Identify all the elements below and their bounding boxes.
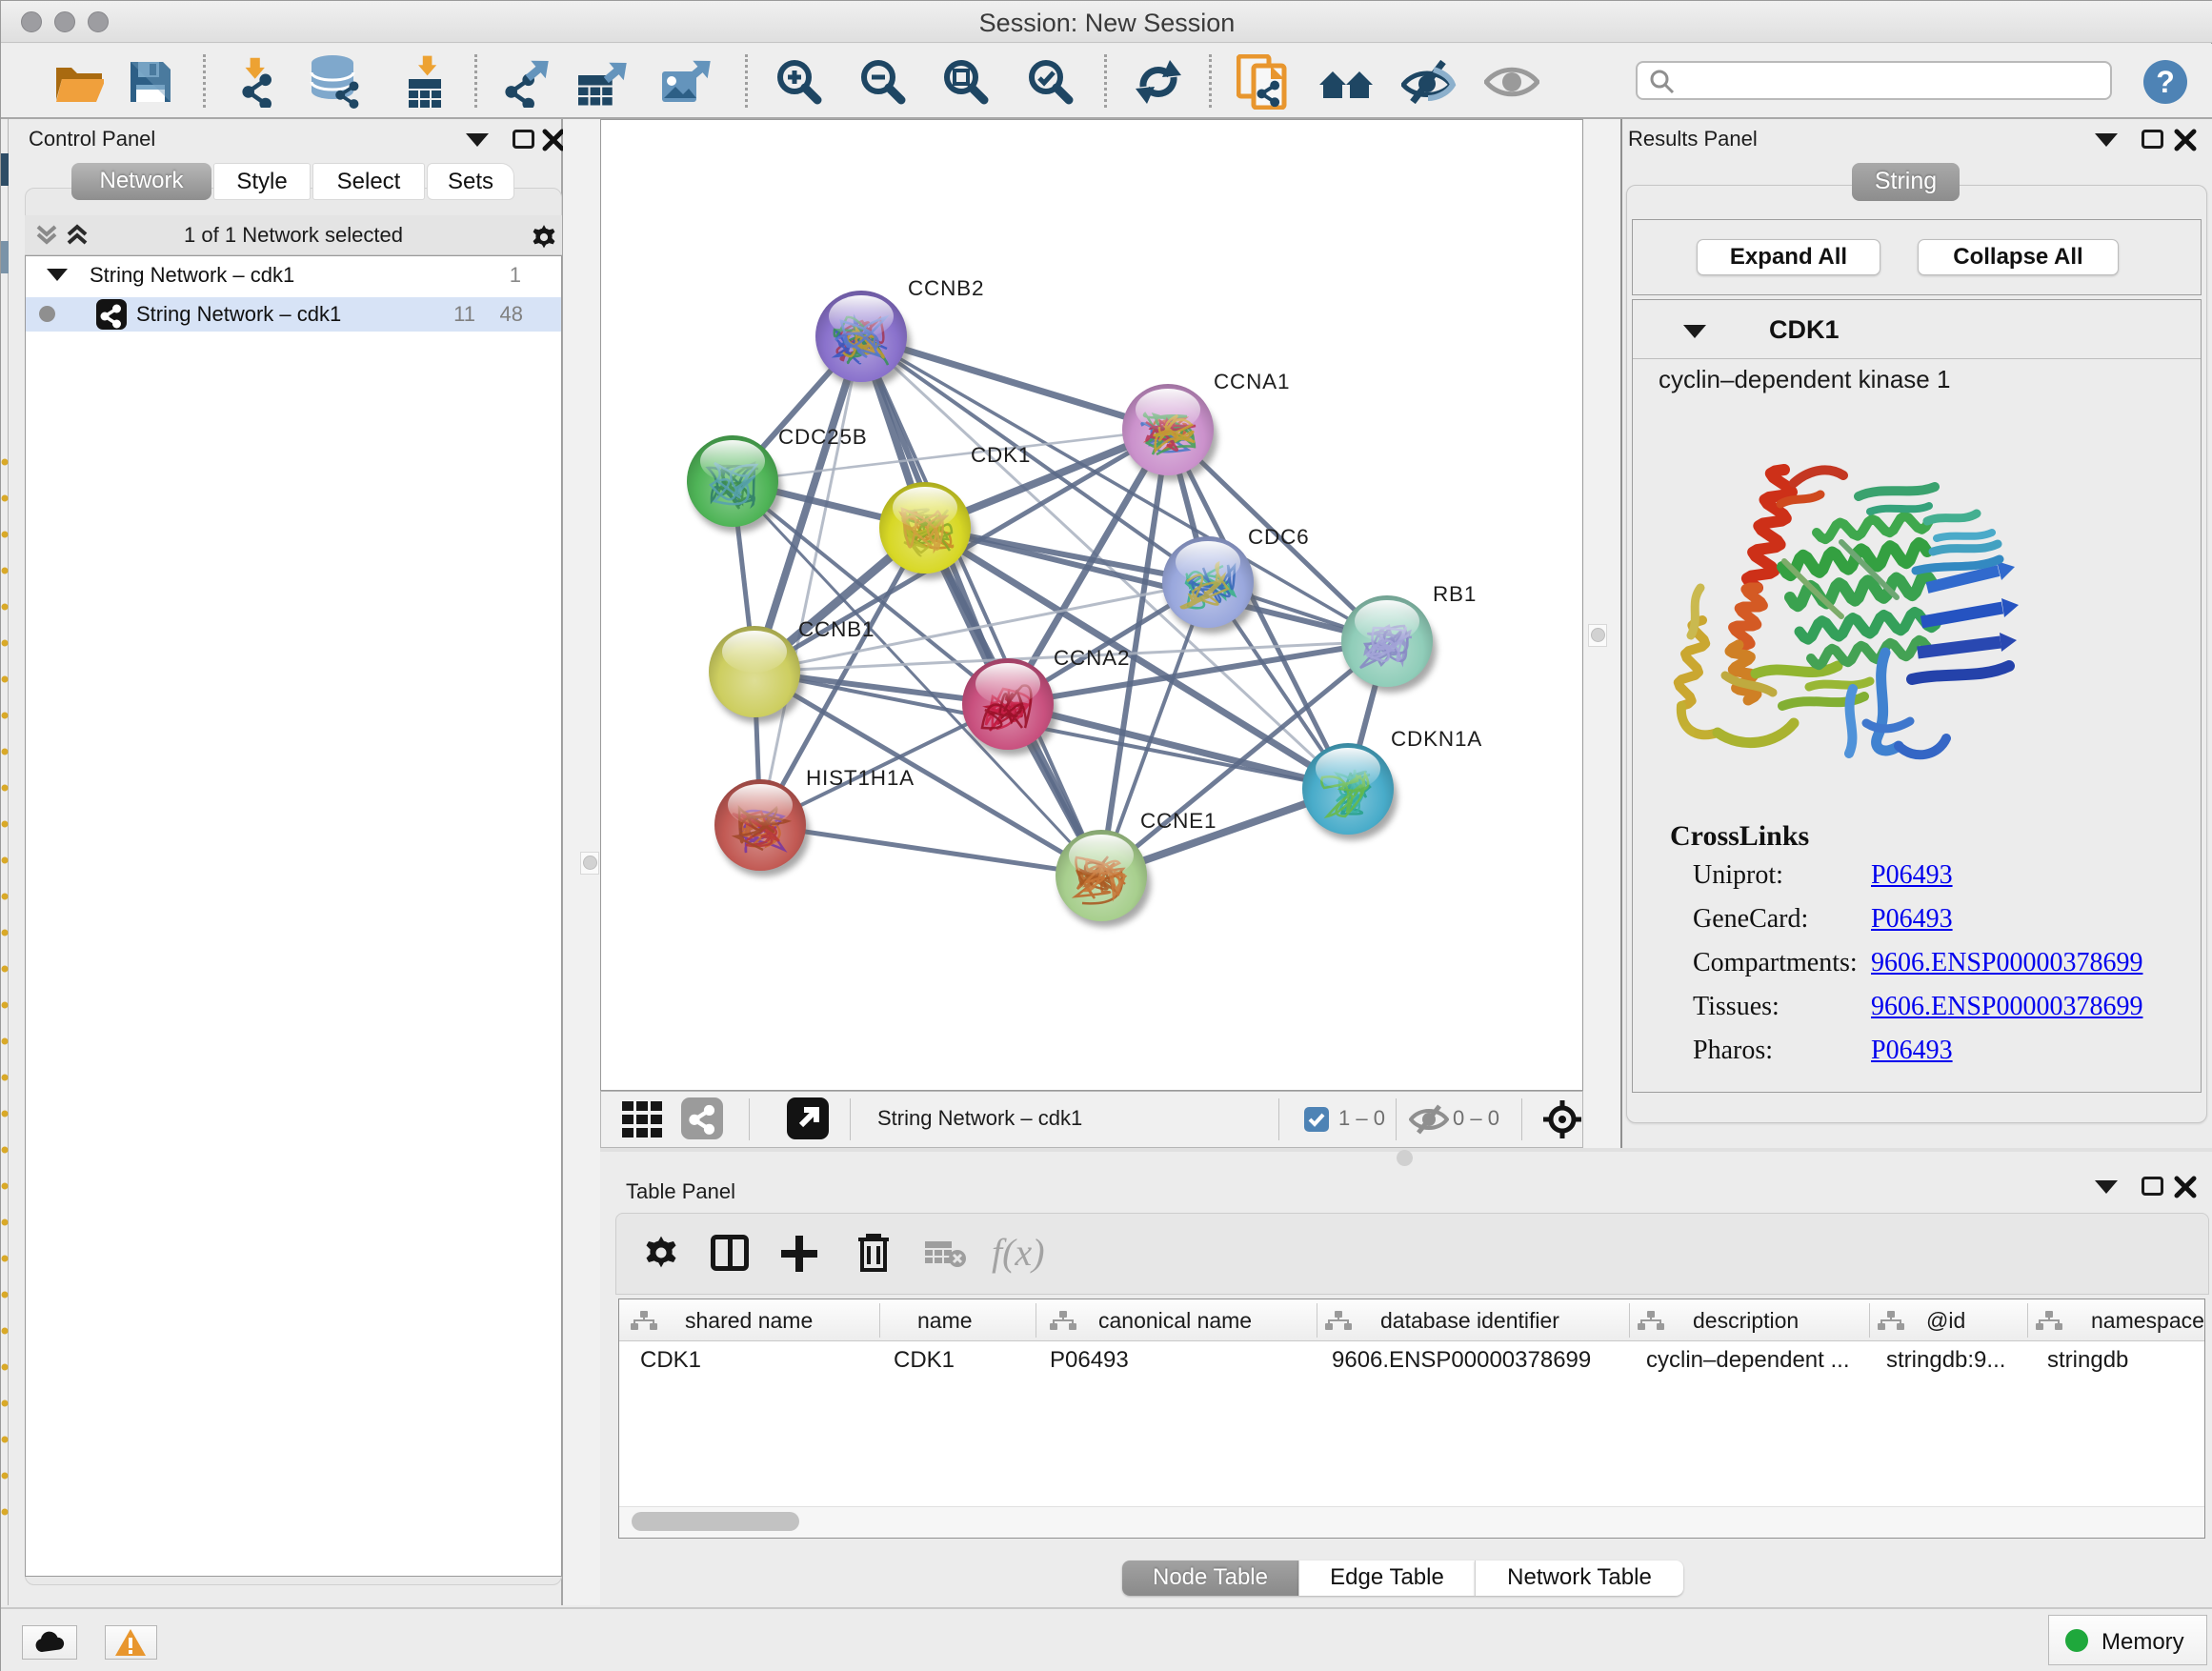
svg-text:RB1: RB1 — [1433, 582, 1477, 606]
svg-text:CCNA1: CCNA1 — [1214, 370, 1290, 393]
svg-text:CCNE1: CCNE1 — [1140, 809, 1217, 833]
svg-text:CDC6: CDC6 — [1248, 525, 1309, 549]
svg-text:CDK1: CDK1 — [971, 443, 1031, 467]
svg-text:CCNA2: CCNA2 — [1054, 646, 1130, 670]
svg-text:CDC25B: CDC25B — [778, 425, 868, 449]
svg-text:CCNB2: CCNB2 — [908, 276, 984, 300]
svg-text:HIST1H1A: HIST1H1A — [806, 766, 915, 790]
svg-text:CDKN1A: CDKN1A — [1391, 727, 1482, 751]
svg-text:CCNB1: CCNB1 — [798, 617, 875, 641]
